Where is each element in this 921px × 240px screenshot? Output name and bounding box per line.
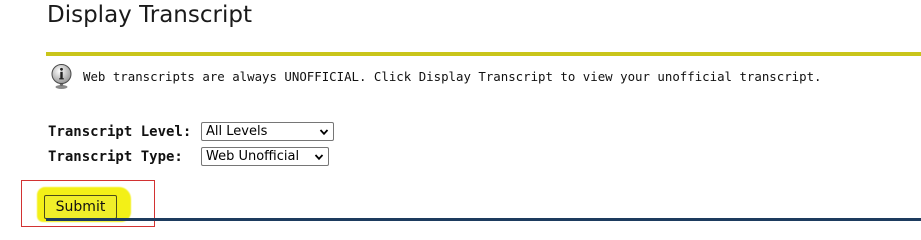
info-icon (48, 63, 75, 90)
chevron-down-icon (319, 128, 329, 135)
transcript-level-select[interactable]: All Levels (201, 122, 334, 141)
page-title: Display Transcript (47, 2, 252, 28)
info-message: Web transcripts are always UNOFFICIAL. C… (48, 62, 822, 90)
transcript-type-label: Transcript Type: (48, 148, 183, 165)
chevron-down-icon (314, 153, 324, 160)
transcript-type-value: Web Unofficial (206, 149, 300, 164)
transcript-form: Transcript Level: All Levels Transcript … (48, 119, 334, 169)
transcript-level-value: All Levels (206, 124, 268, 139)
transcript-type-row: Transcript Type: Web Unofficial (48, 144, 334, 169)
submit-button[interactable]: Submit (44, 195, 117, 219)
bottom-divider (46, 218, 921, 221)
transcript-level-label: Transcript Level: (48, 123, 192, 140)
title-divider (46, 52, 921, 56)
transcript-type-select[interactable]: Web Unofficial (201, 147, 329, 166)
transcript-level-row: Transcript Level: All Levels (48, 119, 334, 144)
info-message-text: Web transcripts are always UNOFFICIAL. C… (83, 68, 822, 84)
